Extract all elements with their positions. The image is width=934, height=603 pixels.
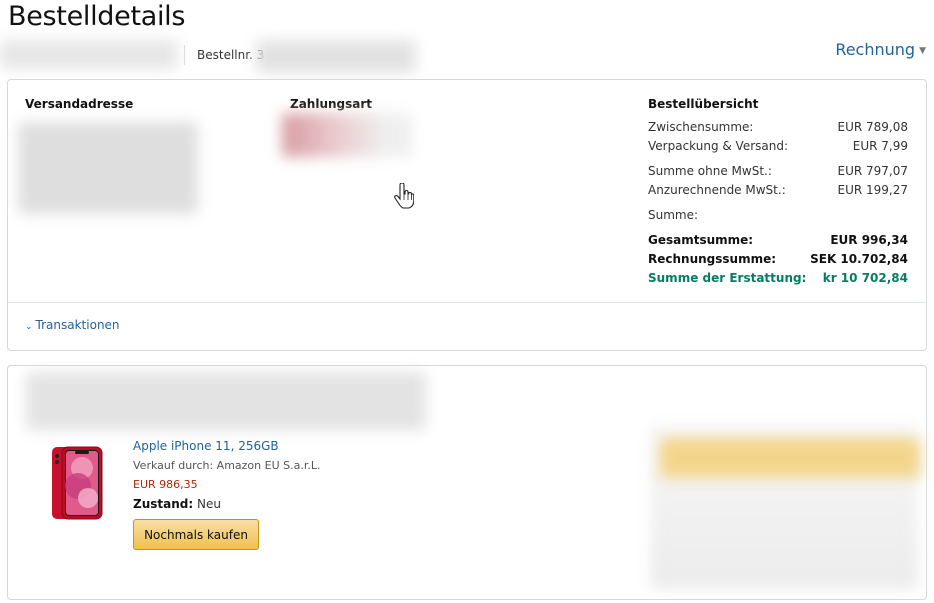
summary-label: Zwischensumme: xyxy=(648,120,754,134)
hand-cursor-icon xyxy=(394,183,414,209)
summary-value: EUR 789,08 xyxy=(837,120,908,134)
invoice-label: Rechnung xyxy=(835,40,916,59)
transactions-toggle[interactable]: ⌄ Transaktionen xyxy=(25,318,120,332)
summary-label: Rechnungssumme: xyxy=(648,252,777,266)
summary-row-invoice-total: Rechnungssumme: SEK 10.702,84 xyxy=(648,252,908,266)
page-title: Bestelldetails xyxy=(8,1,186,32)
summary-row-refund: Summe der Erstattung: kr 10 702,84 xyxy=(648,271,908,285)
shipping-address-heading: Versandadresse xyxy=(25,97,134,111)
summary-row: Zwischensumme: EUR 789,08 xyxy=(648,120,908,134)
invoice-dropdown[interactable]: Rechnung ▼ xyxy=(835,40,926,59)
header-separator xyxy=(184,45,185,65)
condition-value: Neu xyxy=(196,497,221,511)
summary-value: EUR 797,07 xyxy=(837,164,908,178)
summary-label: Verpackung & Versand: xyxy=(648,139,789,153)
summary-row: Anzurechnende MwSt.: EUR 199,27 xyxy=(648,183,908,197)
summary-row: Summe ohne MwSt.: EUR 797,07 xyxy=(648,164,908,178)
summary-divider xyxy=(8,302,926,303)
product-seller: Verkauf durch: Amazon EU S.a.r.L. xyxy=(133,459,321,472)
summary-row: Summe: xyxy=(648,208,908,222)
buy-again-button[interactable]: Nochmals kaufen xyxy=(133,519,259,550)
chevron-down-icon: ⌄ xyxy=(25,322,33,332)
summary-value: EUR 199,27 xyxy=(837,183,908,197)
condition-label: Zustand: xyxy=(133,497,194,511)
summary-label: Gesamtsumme: xyxy=(648,233,754,247)
summary-value: SEK 10.702,84 xyxy=(810,252,908,266)
summary-label: Summe der Erstattung: xyxy=(648,271,807,285)
product-title-link[interactable]: Apple iPhone 11, 256GB xyxy=(133,439,279,453)
redacted-delivery-status xyxy=(26,372,426,430)
transactions-label: Transaktionen xyxy=(35,318,120,332)
summary-label: Summe: xyxy=(648,208,699,222)
shipment-box: Apple iPhone 11, 256GB Verkauf durch: Am… xyxy=(7,365,927,600)
chevron-down-icon: ▼ xyxy=(919,46,926,56)
summary-label: Anzurechnende MwSt.: xyxy=(648,183,786,197)
redacted-shipping-address xyxy=(18,122,198,214)
summary-label: Summe ohne MwSt.: xyxy=(648,164,772,178)
summary-value: EUR 7,99 xyxy=(852,139,908,153)
summary-row-total: Gesamtsumme: EUR 996,34 xyxy=(648,233,908,247)
summary-value: kr 10 702,84 xyxy=(822,271,908,285)
product-price: EUR 986,35 xyxy=(133,478,198,491)
redacted-payment-method xyxy=(282,113,412,157)
redacted-action-button xyxy=(660,438,920,478)
product-image-iphone[interactable] xyxy=(50,446,104,520)
redacted-order-date xyxy=(0,40,178,69)
payment-method-heading: Zahlungsart xyxy=(290,97,373,111)
order-number-label: Bestellnr. 3 xyxy=(197,48,265,62)
product-condition: Zustand: Neu xyxy=(133,497,221,511)
order-overview-heading: Bestellübersicht xyxy=(648,97,759,111)
summary-value: EUR 996,34 xyxy=(830,233,908,247)
redacted-order-number xyxy=(256,40,416,73)
summary-row: Verpackung & Versand: EUR 7,99 xyxy=(648,139,908,153)
order-summary-box: Versandadresse Zahlungsart Bestellübersi… xyxy=(7,79,927,351)
